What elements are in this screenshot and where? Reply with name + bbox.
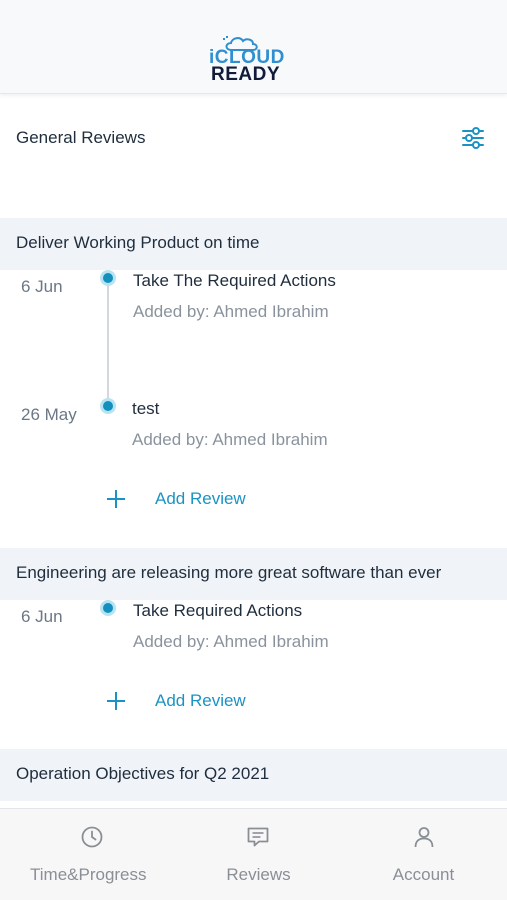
plus-icon — [104, 487, 128, 511]
review-title[interactable]: Take The Required Actions — [133, 271, 336, 291]
review-title[interactable]: test — [132, 399, 159, 419]
add-review-label: Add Review — [155, 489, 246, 508]
tab-label: Account — [392, 865, 455, 884]
bottom-tab-bar: Time&Progress Reviews Account — [0, 808, 507, 900]
page-title: General Reviews — [16, 128, 146, 147]
add-review-button[interactable]: Add Review — [104, 689, 264, 719]
review-title[interactable]: Take Required Actions — [133, 601, 302, 621]
group-title: Deliver Working Product on time — [16, 233, 260, 252]
app-logo: iCLOUD READY — [209, 36, 301, 84]
timeline-line — [107, 280, 109, 406]
timeline-dot — [100, 600, 116, 616]
add-review-button[interactable]: Add Review — [104, 487, 264, 517]
entry-date: 6 Jun — [21, 277, 63, 296]
logo-text-bottom: READY — [211, 64, 281, 85]
person-icon — [414, 827, 434, 848]
review-author: Added by: Ahmed Ibrahim — [133, 632, 329, 651]
tab-label: Reviews — [226, 865, 291, 884]
group-header: Engineering are releasing more great sof… — [0, 548, 507, 600]
add-review-label: Add Review — [155, 691, 246, 710]
entry-date: 6 Jun — [21, 607, 63, 626]
group-header: Operation Objectives for Q2 2021 — [0, 749, 507, 801]
clock-icon — [81, 826, 103, 848]
tab-account[interactable]: Account — [339, 809, 507, 900]
tab-label: Time&Progress — [30, 865, 147, 884]
review-author: Added by: Ahmed Ibrahim — [133, 302, 329, 321]
group-header: Deliver Working Product on time — [0, 218, 507, 270]
group-title: Operation Objectives for Q2 2021 — [16, 764, 270, 783]
review-author: Added by: Ahmed Ibrahim — [132, 430, 328, 449]
tab-reviews[interactable]: Reviews — [174, 809, 343, 900]
group-title: Engineering are releasing more great sof… — [16, 563, 442, 582]
plus-icon — [104, 689, 128, 713]
chat-icon — [247, 827, 269, 847]
entry-date: 26 May — [21, 405, 77, 424]
filter-icon[interactable] — [461, 126, 485, 150]
timeline-dot — [100, 398, 116, 414]
tab-time-progress[interactable]: Time&Progress — [8, 809, 177, 900]
app-header: iCLOUD READY — [0, 0, 507, 94]
timeline-dot — [100, 270, 116, 286]
